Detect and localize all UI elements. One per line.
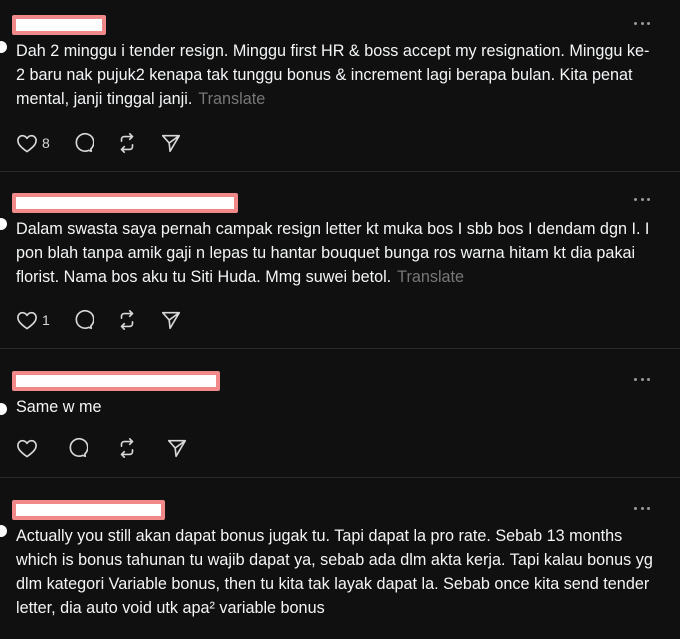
more-icon[interactable] (634, 376, 650, 382)
username-redacted[interactable] (12, 15, 106, 35)
repost-button[interactable] (116, 309, 138, 331)
translate-link[interactable]: Translate (198, 90, 265, 108)
post-actions: 8 (16, 131, 204, 155)
avatar[interactable] (0, 41, 7, 53)
post-text: Same w me (16, 395, 656, 419)
username-redacted[interactable] (12, 193, 238, 213)
like-count: 1 (42, 312, 50, 328)
repost-icon (116, 437, 138, 459)
share-button[interactable] (160, 309, 182, 331)
send-icon (160, 132, 182, 154)
post-text: Dah 2 minggu i tender resign. Minggu fir… (16, 39, 656, 111)
send-icon (166, 437, 188, 459)
reply-post: Same w me (0, 349, 680, 478)
post-body: Dah 2 minggu i tender resign. Minggu fir… (16, 42, 650, 108)
post-body: Same w me (16, 398, 102, 416)
reply-post: Dah 2 minggu i tender resign. Minggu fir… (0, 0, 680, 172)
repost-icon (116, 132, 138, 154)
heart-icon (16, 133, 38, 153)
avatar[interactable] (0, 218, 7, 230)
post-body: Dalam swasta saya pernah campak resign l… (16, 220, 650, 286)
reply-button[interactable] (72, 309, 94, 331)
translate-link[interactable]: Translate (397, 268, 464, 286)
like-count: 8 (42, 135, 50, 151)
send-icon (160, 309, 182, 331)
like-button[interactable]: 1 (16, 310, 50, 330)
avatar[interactable] (0, 403, 7, 415)
comment-icon (66, 437, 88, 459)
post-text: Actually you still akan dapat bonus juga… (16, 524, 656, 620)
like-button[interactable] (16, 438, 38, 458)
more-icon[interactable] (634, 505, 650, 511)
username-redacted[interactable] (12, 500, 165, 520)
username-redacted[interactable] (12, 371, 220, 391)
more-icon[interactable] (634, 20, 650, 26)
reply-post: Actually you still akan dapat bonus juga… (0, 478, 680, 639)
more-icon[interactable] (634, 196, 650, 202)
post-actions: 1 (16, 308, 204, 332)
repost-button[interactable] (116, 437, 138, 459)
share-button[interactable] (166, 437, 188, 459)
repost-button[interactable] (116, 132, 138, 154)
comment-icon (72, 132, 94, 154)
share-button[interactable] (160, 132, 182, 154)
reply-button[interactable] (66, 437, 88, 459)
repost-icon (116, 309, 138, 331)
reply-post: Dalam swasta saya pernah campak resign l… (0, 172, 680, 349)
post-body: Actually you still akan dapat bonus juga… (16, 527, 653, 617)
heart-icon (16, 310, 38, 330)
like-button[interactable]: 8 (16, 133, 50, 153)
comment-icon (72, 309, 94, 331)
avatar[interactable] (0, 525, 7, 537)
post-actions (16, 436, 210, 460)
thread-feed: Dah 2 minggu i tender resign. Minggu fir… (0, 0, 680, 639)
reply-button[interactable] (72, 132, 94, 154)
heart-icon (16, 438, 38, 458)
post-text: Dalam swasta saya pernah campak resign l… (16, 217, 656, 289)
